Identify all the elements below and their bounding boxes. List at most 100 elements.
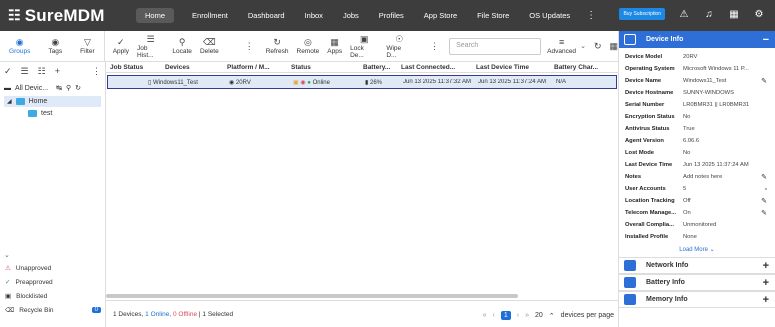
current-page[interactable]: 1 xyxy=(500,311,511,320)
job-history-icon: ☰ xyxy=(146,33,155,44)
apply-button[interactable]: ✓ Apply xyxy=(109,32,133,61)
remote-button[interactable]: ◎ Remote xyxy=(293,32,324,61)
clipboard-icon[interactable]: ▫ xyxy=(765,186,767,193)
groups-icon: ◉ xyxy=(15,37,24,47)
device-icon: ▯ xyxy=(148,79,152,86)
nav-more-icon[interactable]: ⋮ xyxy=(580,8,602,23)
last-page-icon[interactable]: » xyxy=(525,312,529,319)
expand-chevron-icon[interactable]: ⌄ xyxy=(0,251,106,261)
wipe-device-button[interactable]: ☉ Wipe D... xyxy=(382,32,416,61)
collapse-arrow-icon[interactable]: ◢ xyxy=(7,98,12,105)
battery-icon: ▮ xyxy=(365,79,369,86)
info-row: Lost Mode No xyxy=(625,150,691,156)
add-group-icon[interactable]: + xyxy=(55,66,60,76)
device-grid: Job Status Devices Platform / M... Statu… xyxy=(106,62,618,327)
nav-os-updates[interactable]: OS Updates xyxy=(519,8,580,23)
memory-info-section[interactable]: Memory Info + xyxy=(619,291,775,308)
device-info-header[interactable]: Device Info − xyxy=(619,31,775,48)
wipe-icon: ☉ xyxy=(395,33,404,44)
nav-home[interactable]: Home xyxy=(136,8,175,23)
nav-enrollment[interactable]: Enrollment xyxy=(182,8,238,23)
advanced-search-button[interactable]: ≡ Advanced xyxy=(543,32,580,61)
nav-jobs[interactable]: Jobs xyxy=(333,8,369,23)
first-page-icon[interactable]: « xyxy=(483,312,487,319)
edit-location-icon[interactable]: ✎ xyxy=(761,197,767,205)
col-status[interactable]: Status xyxy=(287,64,359,71)
search-input[interactable]: Search xyxy=(449,37,542,55)
globe-icon xyxy=(624,260,636,271)
next-page-icon[interactable]: › xyxy=(517,312,519,319)
tree-item-home[interactable]: ◢ Home xyxy=(4,96,101,107)
per-page-chevron-icon[interactable]: ⌃ xyxy=(549,312,555,320)
nav-app-store[interactable]: App Store xyxy=(414,8,467,23)
col-battery[interactable]: Battery... xyxy=(359,64,397,71)
locate-button[interactable]: ⚲ Locate xyxy=(168,32,196,61)
col-devices[interactable]: Devices xyxy=(161,64,223,71)
table-row[interactable]: ▯ Windows11_Test ◉ 20RV ▣ ◉ ● Online ▮ 2… xyxy=(107,75,617,89)
toolbar-more2-icon[interactable]: ⋮ xyxy=(424,41,445,52)
col-last-device-time[interactable]: Last Device Time xyxy=(472,64,550,71)
group-structure-icon[interactable]: ☷ xyxy=(38,66,46,77)
horizontal-scrollbar[interactable] xyxy=(106,294,518,298)
battery-charge-cell: N/A xyxy=(556,79,567,85)
reset-icon[interactable]: ↻ xyxy=(594,41,602,52)
expand-memory-icon[interactable]: + xyxy=(763,294,769,306)
alert-icon[interactable]: ⚠ xyxy=(678,9,690,20)
sync-icon[interactable]: ↻ xyxy=(75,84,81,92)
nav-dashboard[interactable]: Dashboard xyxy=(238,8,295,23)
preapproved-icon: ✓ xyxy=(5,279,11,286)
expand-network-icon[interactable]: + xyxy=(763,260,769,272)
per-page-select[interactable]: 20 xyxy=(535,312,543,319)
prev-page-icon[interactable]: ‹ xyxy=(493,312,495,319)
tree-item-test[interactable]: test xyxy=(0,107,105,119)
blocklisted-item[interactable]: ▣ Blocklisted xyxy=(0,289,106,303)
apps-grid-icon[interactable]: ▦ xyxy=(728,9,740,20)
job-history-button[interactable]: ☰ Job Hist... xyxy=(133,32,168,61)
col-last-connected[interactable]: Last Connected... xyxy=(397,64,472,71)
search-icon[interactable]: ⚲ xyxy=(66,84,71,92)
load-more-link[interactable]: Load More ⌄ xyxy=(619,243,775,257)
apps-icon: ▦ xyxy=(330,37,339,47)
edit-telecom-icon[interactable]: ✎ xyxy=(761,209,767,217)
settings-gear-icon[interactable]: ⚙ xyxy=(753,9,765,20)
buy-subscription-button[interactable]: Buy Subscription xyxy=(619,8,665,20)
chevron-down-icon[interactable]: ⌄ xyxy=(580,42,586,50)
col-platform[interactable]: Platform / M... xyxy=(223,64,287,71)
group-sidebar: ✓ ☰ ☷ + ⋮ ▬ All Devic... ↹ ⚲ ↻ ◢ Home te… xyxy=(0,62,106,327)
info-row: Telecom Manage... On ✎ xyxy=(625,209,767,217)
col-job-status[interactable]: Job Status xyxy=(106,64,161,71)
filter-tab[interactable]: ▽ Filter xyxy=(76,32,98,61)
info-row: Installed Profile None xyxy=(625,234,697,240)
app-logo: ☷ SureMDM xyxy=(0,6,128,26)
delete-button[interactable]: ⌫ Delete xyxy=(196,32,223,61)
edit-pencil-icon[interactable]: ✎ xyxy=(761,77,767,85)
network-info-section[interactable]: Network Info + xyxy=(619,257,775,274)
collapse-icon[interactable]: − xyxy=(763,34,769,46)
toolbar-more-icon[interactable]: ⋮ xyxy=(239,41,260,52)
nav-profiles[interactable]: Profiles xyxy=(369,8,414,23)
groups-tab[interactable]: ◉ Groups xyxy=(5,32,34,61)
check-all-icon[interactable]: ✓ xyxy=(4,66,12,77)
list-icon[interactable]: ☰ xyxy=(21,66,29,77)
sidebar-more-icon[interactable]: ⋮ xyxy=(92,66,101,77)
recycle-bin-item[interactable]: ⌫ Recycle Bin 0 xyxy=(0,303,106,317)
apps-button[interactable]: ▦ Apps xyxy=(323,32,346,61)
edit-notes-icon[interactable]: ✎ xyxy=(761,173,767,181)
notifications-icon[interactable]: ♫ xyxy=(703,9,715,20)
nav-file-store[interactable]: File Store xyxy=(467,8,519,23)
export-icon[interactable]: ↹ xyxy=(56,84,62,92)
column-settings-icon[interactable]: ▦ xyxy=(609,41,618,52)
blocklist-icon: ▣ xyxy=(5,293,12,300)
battery-info-section[interactable]: Battery Info + xyxy=(619,274,775,291)
preapproved-item[interactable]: ✓ Preapproved xyxy=(0,275,106,289)
grid-footer: 1 Devices, 1 Online, 0 Offline | 1 Selec… xyxy=(106,300,618,327)
nav-inbox[interactable]: Inbox xyxy=(295,8,333,23)
unapproved-item[interactable]: ⚠ Unapproved xyxy=(0,261,106,275)
lock-device-button[interactable]: ▣ Lock De... xyxy=(346,32,382,61)
expand-battery-icon[interactable]: + xyxy=(763,277,769,289)
col-battery-charge[interactable]: Battery Char... xyxy=(550,64,610,71)
all-devices-row[interactable]: ▬ All Devic... ↹ ⚲ ↻ xyxy=(0,80,105,96)
tags-tab[interactable]: ◉ Tags xyxy=(44,32,66,61)
offline-count: 0 Offline xyxy=(173,310,198,318)
refresh-button[interactable]: ↻ Refresh xyxy=(262,32,293,61)
